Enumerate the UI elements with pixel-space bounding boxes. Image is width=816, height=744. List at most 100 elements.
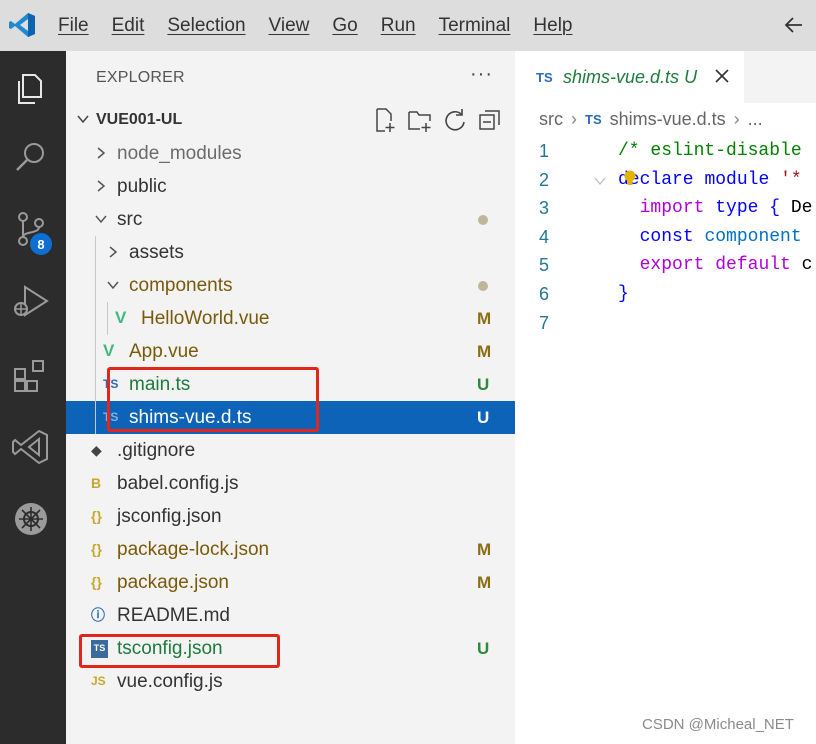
tree-item[interactable]: JS vue.config.js xyxy=(66,665,515,698)
new-file-icon[interactable] xyxy=(372,107,398,133)
chevron-down-icon xyxy=(77,115,89,124)
breadcrumb-more[interactable]: ... xyxy=(748,109,763,130)
code-line: 7 xyxy=(515,309,816,338)
chevron-right-icon: › xyxy=(571,109,577,129)
menu-go[interactable]: Go xyxy=(332,15,357,37)
tree-item[interactable]: V App.vue M xyxy=(66,335,515,368)
tree-item[interactable]: ⓘ README.md xyxy=(66,599,515,632)
fold-chevron-icon[interactable] xyxy=(594,175,606,187)
breadcrumb-folder[interactable]: src xyxy=(539,109,563,130)
chevron-down-icon xyxy=(95,215,107,224)
ts-file-icon: TS xyxy=(536,70,553,85)
babel-file-icon: B xyxy=(91,475,102,491)
tree-item-label: .gitignore xyxy=(117,440,196,461)
git-status-badge: U xyxy=(477,375,490,394)
code-text: const component xyxy=(618,223,802,252)
more-actions-button[interactable]: ··· xyxy=(470,63,493,86)
menu-view[interactable]: View xyxy=(269,15,310,37)
vue-file-icon: V xyxy=(103,341,115,360)
js-file-icon: JS xyxy=(91,674,106,688)
tree-item-label: components xyxy=(129,275,233,296)
visual-studio-icon[interactable] xyxy=(9,425,53,469)
search-icon[interactable] xyxy=(9,135,53,179)
extensions-icon[interactable] xyxy=(9,353,53,397)
vscode-logo-icon xyxy=(9,13,35,37)
indent-guide xyxy=(95,302,96,335)
explorer-title: EXPLORER xyxy=(96,69,185,86)
breadcrumb-file[interactable]: shims-vue.d.ts xyxy=(610,109,726,130)
code-token: component xyxy=(704,226,802,247)
line-number: 3 xyxy=(539,198,550,219)
code-token: import xyxy=(639,198,705,219)
refresh-icon[interactable] xyxy=(442,107,468,133)
tree-item-label: babel.config.js xyxy=(117,473,239,494)
menu-terminal[interactable]: Terminal xyxy=(439,15,511,37)
menu-edit[interactable]: Edit xyxy=(112,15,145,37)
tree-item[interactable]: {} jsconfig.json xyxy=(66,500,515,533)
modified-dot-icon xyxy=(478,281,488,291)
tree-item-label: assets xyxy=(129,242,184,263)
tree-item[interactable]: public xyxy=(66,170,515,203)
json-file-icon: {} xyxy=(91,574,102,590)
menu-bar: File Edit Selection View Go Run Terminal… xyxy=(58,0,596,51)
chevron-down-icon xyxy=(107,281,119,290)
highlight-box-tsconfig xyxy=(79,634,280,668)
tree-item[interactable]: src xyxy=(66,203,515,236)
menu-help[interactable]: Help xyxy=(533,15,572,37)
line-number: 7 xyxy=(539,312,550,333)
code-line: 1 /* eslint-disable xyxy=(515,137,816,166)
code-token: /* eslint-disable xyxy=(618,141,802,161)
tree-item[interactable]: components xyxy=(66,269,515,302)
new-folder-icon[interactable] xyxy=(407,107,433,133)
tree-item[interactable]: {} package.json M xyxy=(66,566,515,599)
git-status-badge: M xyxy=(477,342,492,361)
git-file-icon: ◆ xyxy=(91,442,102,458)
menu-run[interactable]: Run xyxy=(381,15,416,37)
highlight-box-ts-files xyxy=(107,367,319,432)
git-status-badge: M xyxy=(477,309,492,328)
json-file-icon: {} xyxy=(91,508,102,524)
tree-item[interactable]: V HelloWorld.vue M xyxy=(66,302,515,335)
back-arrow-icon[interactable] xyxy=(782,13,806,37)
ts-file-icon: TS xyxy=(585,112,602,127)
editor-tab-shims-vue[interactable]: TS shims-vue.d.ts U xyxy=(515,51,744,103)
tree-item[interactable]: ◆ .gitignore xyxy=(66,434,515,467)
tree-item[interactable]: {} package-lock.json M xyxy=(66,533,515,566)
tree-item[interactable]: assets xyxy=(66,236,515,269)
kubernetes-icon[interactable] xyxy=(9,497,53,541)
tree-item[interactable]: Bbabel.config.js xyxy=(66,467,515,500)
workspace-header[interactable]: VUE001-UL xyxy=(66,103,515,136)
tree-item[interactable]: node_modules xyxy=(66,137,515,170)
code-text: export default c xyxy=(618,251,813,280)
collapse-all-icon[interactable] xyxy=(477,107,503,133)
chevron-right-icon xyxy=(97,147,106,159)
json-file-icon: {} xyxy=(91,541,102,557)
code-line: 2 declare module '* xyxy=(515,166,816,195)
code-text: import type { De xyxy=(618,194,813,223)
indent-guide xyxy=(95,269,96,302)
lightbulb-icon[interactable] xyxy=(623,170,637,188)
run-debug-icon[interactable] xyxy=(9,279,53,323)
code-line: 3 import type { De xyxy=(515,194,816,223)
line-number: 4 xyxy=(539,226,550,247)
close-icon[interactable] xyxy=(714,68,730,84)
code-token: } xyxy=(618,283,629,304)
code-editor[interactable]: 1/* eslint-disable 2 declare module '* 3 im… xyxy=(515,137,816,337)
tab-title: shims-vue.d.ts U xyxy=(563,67,698,87)
tree-item-label: package.json xyxy=(117,572,229,593)
explorer-files-icon[interactable] xyxy=(9,67,53,111)
menu-file[interactable]: File xyxy=(58,15,89,37)
source-control-badge: 8 xyxy=(30,233,52,255)
code-token: c xyxy=(790,255,813,276)
activity-bar: 8 xyxy=(0,51,66,744)
chevron-right-icon xyxy=(97,180,106,192)
title-bar: File Edit Selection View Go Run Terminal… xyxy=(0,0,816,51)
code-token: export xyxy=(639,255,705,276)
menu-selection[interactable]: Selection xyxy=(167,15,245,37)
